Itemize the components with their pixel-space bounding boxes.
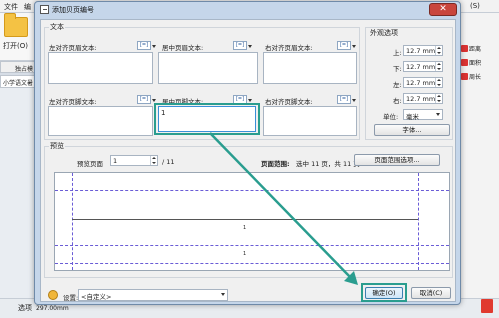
annotation-arrow bbox=[209, 132, 358, 285]
annotation-arrow-line bbox=[209, 132, 353, 280]
